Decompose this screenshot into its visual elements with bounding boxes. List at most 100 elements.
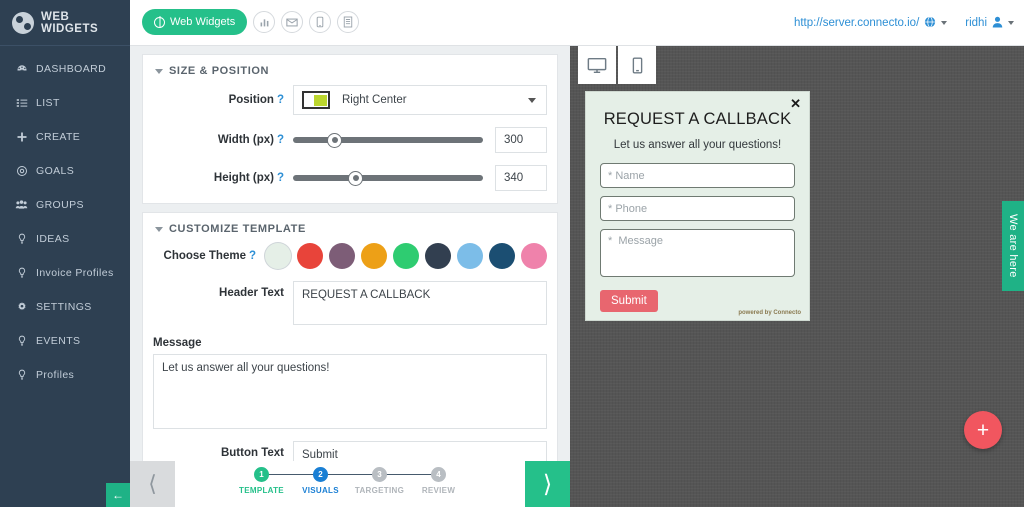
step-label: REVIEW [421, 486, 456, 495]
sidebar-item-label: SETTINGS [36, 301, 92, 313]
theme-swatch-0[interactable] [265, 243, 291, 269]
step-label: TEMPLATE [239, 486, 284, 495]
position-select-value: Right Center [342, 94, 407, 106]
chevron-down-icon [155, 226, 163, 232]
chevron-right-icon[interactable]: ⟩ [525, 461, 570, 507]
help-icon[interactable]: ? [277, 134, 284, 146]
help-icon[interactable]: ? [249, 250, 256, 262]
size-position-header[interactable]: SIZE & POSITION [143, 55, 557, 85]
customize-template-card: CUSTOMIZE TEMPLATE Choose Theme? Header … [142, 212, 558, 494]
dashboard-icon [15, 63, 28, 75]
add-fab-button[interactable]: + [964, 411, 1002, 449]
wizard-step-visuals[interactable]: 2 VISUALS [291, 467, 350, 495]
message-row [143, 354, 557, 441]
width-slider[interactable] [293, 129, 483, 151]
wizard-step-targeting[interactable]: 3 TARGETING [350, 467, 409, 495]
height-label: Height (px)? [213, 172, 284, 184]
brand[interactable]: WEB WIDGETS [0, 0, 130, 46]
width-row: Width (px)? [143, 127, 557, 165]
header-text-input[interactable] [293, 281, 547, 325]
theme-swatch-8[interactable] [521, 243, 547, 269]
topbar: Web Widgets http://server.connecto.io/ r… [130, 0, 1024, 46]
position-label: Position? [228, 94, 284, 106]
widget-message-input[interactable] [600, 229, 795, 277]
sidebar-item-profiles[interactable]: Profiles [0, 358, 130, 392]
user-menu[interactable]: ridhi [965, 16, 1014, 31]
widget-preview: ✕ REQUEST A CALLBACK Let us answer all y… [585, 91, 810, 321]
sidebar-item-create[interactable]: CREATE [0, 120, 130, 154]
theme-swatch-2[interactable] [329, 243, 355, 269]
position-right-center-icon [302, 91, 330, 109]
sidebar-item-label: Invoice Profiles [36, 267, 114, 279]
message-label: Message [153, 337, 202, 349]
step-number: 2 [313, 467, 328, 482]
help-icon[interactable]: ? [277, 172, 284, 184]
mobile-icon[interactable] [618, 46, 656, 84]
list-icon [15, 97, 28, 109]
sidebar-item-settings[interactable]: SETTINGS [0, 290, 130, 324]
theme-swatch-1[interactable] [297, 243, 323, 269]
sidebar-item-label: GOALS [36, 165, 75, 177]
we-are-here-tab[interactable]: We are here [1002, 201, 1024, 291]
sidebar-item-list[interactable]: LIST [0, 86, 130, 120]
widget-name-input[interactable] [600, 163, 795, 188]
customize-template-header[interactable]: CUSTOMIZE TEMPLATE [143, 213, 557, 243]
bulb-icon [15, 335, 28, 347]
slider-handle[interactable] [348, 170, 364, 186]
sidebar-item-ideas[interactable]: IDEAS [0, 222, 130, 256]
sidebar-item-label: LIST [36, 97, 60, 109]
help-icon[interactable]: ? [277, 94, 284, 106]
theme-swatch-3[interactable] [361, 243, 387, 269]
theme-swatch-5[interactable] [425, 243, 451, 269]
customize-template-title: CUSTOMIZE TEMPLATE [169, 223, 306, 235]
message-input[interactable] [153, 354, 547, 429]
close-icon[interactable]: ✕ [790, 97, 801, 110]
sidebar-item-dashboard[interactable]: DASHBOARD [0, 52, 130, 86]
brand-label: WEB WIDGETS [41, 10, 99, 35]
theme-swatch-6[interactable] [457, 243, 483, 269]
sidebar-item-groups[interactable]: GROUPS [0, 188, 130, 222]
device-toggle [578, 46, 656, 84]
widget-phone-input[interactable] [600, 196, 795, 221]
app-root: WEB WIDGETS DASHBOARD LIST CREATE GOALS … [0, 0, 1024, 507]
web-widgets-pill[interactable]: Web Widgets [142, 9, 248, 35]
sidebar-item-label: CREATE [36, 131, 81, 143]
mobile-icon[interactable] [309, 11, 332, 33]
height-input[interactable] [495, 165, 547, 191]
user-icon [992, 16, 1003, 31]
chevron-left-icon[interactable]: ⟨ [130, 461, 175, 507]
wizard-step-template[interactable]: 1 TEMPLATE [232, 467, 291, 495]
wizard-steps: 1 TEMPLATE 2 VISUALS 3 TARGETING 4 REVIE… [175, 461, 525, 507]
chevron-down-icon [528, 97, 536, 103]
target-icon [15, 165, 28, 177]
sidebar-item-goals[interactable]: GOALS [0, 154, 130, 188]
theme-swatch-4[interactable] [393, 243, 419, 269]
slider-handle[interactable] [327, 132, 343, 148]
height-slider[interactable] [293, 167, 483, 189]
position-select[interactable]: Right Center [293, 85, 547, 115]
bar-chart-icon[interactable] [253, 11, 276, 33]
document-icon[interactable] [337, 11, 360, 33]
bulb-icon [15, 267, 28, 279]
theme-swatch-7[interactable] [489, 243, 515, 269]
arrow-left-icon[interactable]: ← [106, 483, 130, 507]
preview-canvas: ✕ REQUEST A CALLBACK Let us answer all y… [570, 46, 1024, 507]
widget-submit-button[interactable]: Submit [600, 290, 658, 312]
step-number: 3 [372, 467, 387, 482]
globe-icon [154, 16, 165, 28]
position-row: Position? Right Center [143, 85, 557, 127]
sidebar-item-label: EVENTS [36, 335, 81, 347]
sidebar-nav: DASHBOARD LIST CREATE GOALS GROUPS IDEAS [0, 46, 130, 392]
width-input[interactable] [495, 127, 547, 153]
site-selector[interactable]: http://server.connecto.io/ [794, 15, 948, 31]
sidebar-item-invoice-profiles[interactable]: Invoice Profiles [0, 256, 130, 290]
wizard-step-review[interactable]: 4 REVIEW [409, 467, 468, 495]
sidebar-item-events[interactable]: EVENTS [0, 324, 130, 358]
web-widgets-pill-label: Web Widgets [170, 16, 236, 28]
step-label: TARGETING [354, 486, 405, 495]
bulb-icon [15, 233, 28, 245]
slider-track [293, 137, 483, 143]
desktop-icon[interactable] [578, 46, 616, 84]
envelope-icon[interactable] [281, 11, 304, 33]
size-position-title: SIZE & POSITION [169, 65, 270, 77]
